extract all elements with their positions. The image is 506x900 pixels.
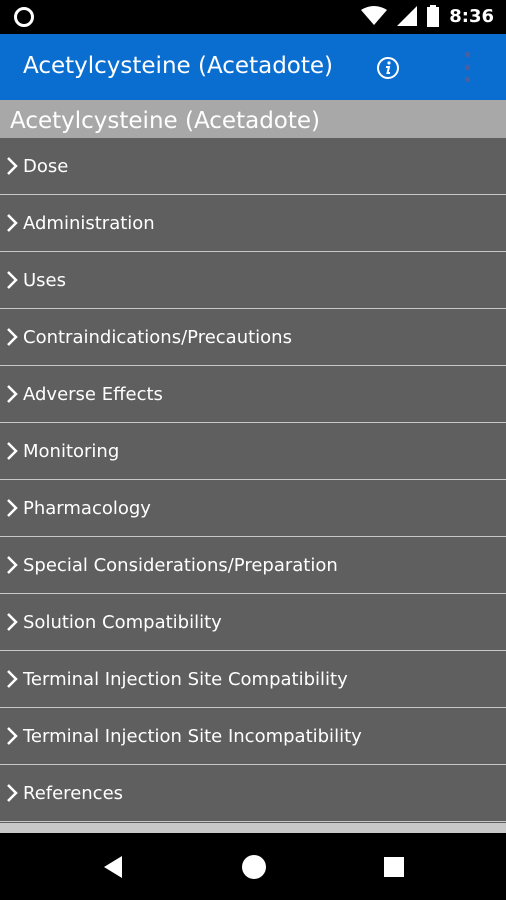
home-icon[interactable]: [240, 853, 268, 881]
list-item-label: Terminal Injection Site Incompatibility: [23, 726, 362, 747]
list-item-references[interactable]: References: [0, 765, 506, 822]
chevron-right-icon: [7, 727, 18, 745]
navigation-bar: [0, 833, 506, 900]
app-title: Acetylcysteine (Acetadote): [23, 53, 334, 79]
system-icons: 8:36: [361, 5, 494, 27]
list-item-site-compatibility[interactable]: Terminal Injection Site Compatibility: [0, 651, 506, 708]
list-footer-divider: [0, 823, 506, 833]
list-item-adverse-effects[interactable]: Adverse Effects: [0, 366, 506, 423]
list-item-pharmacology[interactable]: Pharmacology: [0, 480, 506, 537]
chevron-right-icon: [7, 499, 18, 517]
topic-list: Dose Administration Uses Contraindicatio…: [0, 138, 506, 822]
overflow-menu-icon: [464, 52, 470, 57]
chevron-right-icon: [7, 670, 18, 688]
list-item-label: Pharmacology: [23, 498, 151, 519]
list-item-label: Uses: [23, 270, 67, 291]
recents-icon[interactable]: [380, 853, 408, 881]
list-item-special-considerations[interactable]: Special Considerations/Preparation: [0, 537, 506, 594]
section-header: Acetylcysteine (Acetadote): [0, 100, 506, 138]
overflow-menu-dot: [464, 64, 470, 70]
status-bar: 8:36: [0, 0, 506, 34]
list-item-dose[interactable]: Dose: [0, 138, 506, 195]
wifi-icon: [361, 6, 388, 25]
list-item-solution-compatibility[interactable]: Solution Compatibility: [0, 594, 506, 651]
info-icon: [377, 57, 399, 79]
list-item-administration[interactable]: Administration: [0, 195, 506, 252]
list-item-contraindications[interactable]: Contraindications/Precautions: [0, 309, 506, 366]
battery-icon: [427, 5, 440, 27]
chevron-right-icon: [7, 556, 18, 574]
list-item-label: Contraindications/Precautions: [23, 327, 292, 348]
list-item-site-incompatibility[interactable]: Terminal Injection Site Incompatibility: [0, 708, 506, 765]
app-bar: Acetylcysteine (Acetadote): [0, 34, 506, 100]
chevron-right-icon: [7, 442, 18, 460]
back-icon[interactable]: [100, 853, 128, 881]
list-item-label: Administration: [23, 213, 155, 234]
info-button[interactable]: [376, 56, 400, 80]
list-item-label: Dose: [23, 156, 69, 177]
list-item-uses[interactable]: Uses: [0, 252, 506, 309]
circle-notification-icon: [14, 7, 34, 27]
list-item-label: Adverse Effects: [23, 384, 163, 405]
chevron-right-icon: [7, 613, 18, 631]
overflow-menu-dot: [464, 77, 470, 82]
clock-time: 8:36: [449, 5, 494, 27]
chevron-right-icon: [7, 385, 18, 403]
list-item-label: Special Considerations/Preparation: [23, 555, 338, 576]
chevron-right-icon: [7, 328, 18, 346]
chevron-right-icon: [7, 271, 18, 289]
overflow-menu-button[interactable]: [459, 52, 475, 82]
chevron-right-icon: [7, 784, 18, 802]
chevron-right-icon: [7, 157, 18, 175]
section-title: Acetylcysteine (Acetadote): [10, 108, 321, 134]
list-item-label: Monitoring: [23, 441, 120, 462]
signal-icon: [397, 6, 418, 26]
list-item-label: References: [23, 783, 124, 804]
list-item-label: Terminal Injection Site Compatibility: [23, 669, 348, 690]
list-item-label: Solution Compatibility: [23, 612, 222, 633]
chevron-right-icon: [7, 214, 18, 232]
list-item-monitoring[interactable]: Monitoring: [0, 423, 506, 480]
